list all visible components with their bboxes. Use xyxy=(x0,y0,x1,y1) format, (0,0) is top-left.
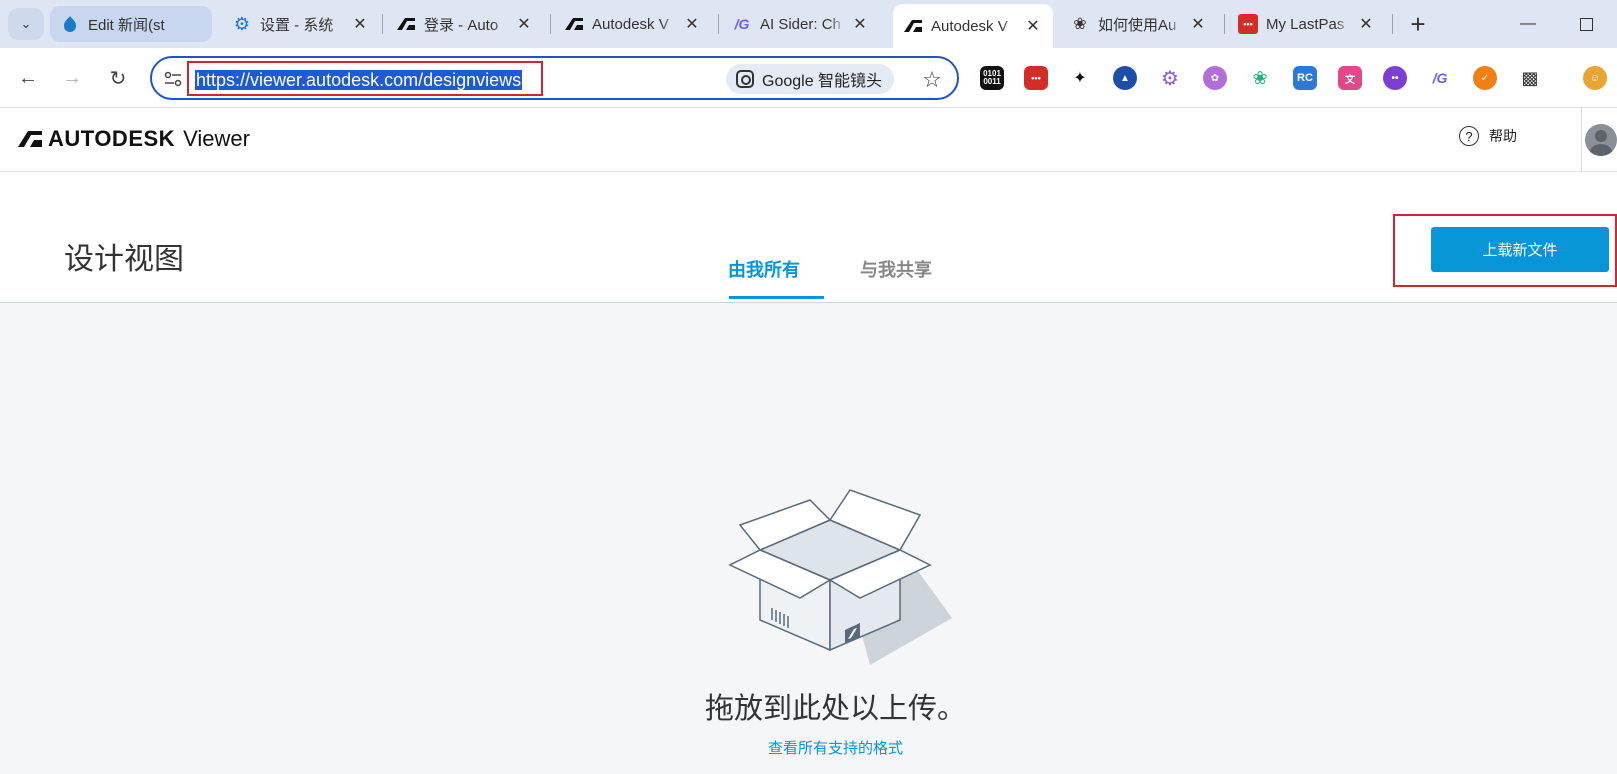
tab-search-button[interactable]: ⌄ xyxy=(8,8,44,40)
lens-label: Google 智能镜头 xyxy=(762,73,883,90)
rc-icon[interactable]: RC xyxy=(1293,66,1317,90)
close-icon[interactable]: ✕ xyxy=(1356,14,1376,34)
site-info-icon[interactable] xyxy=(162,68,184,90)
arrow-left-icon: ← xyxy=(18,66,38,89)
tab-label: Autodesk V xyxy=(592,15,669,33)
tab-label: My LastPas xyxy=(1266,15,1345,33)
browser-tab-5[interactable]: /G AI Sider: Ch ✕ xyxy=(722,6,880,42)
browser-tab-strip: ⌄ Edit 新闻(st ⚙ 设置 - 系统 ✕ 登录 - Auto ✕ Aut… xyxy=(0,0,1617,48)
page-title-band: 设计视图 由我所有 与我共享 上载新文件 xyxy=(0,172,1617,303)
close-icon[interactable]: ✕ xyxy=(514,14,534,34)
sider-icon[interactable]: /G xyxy=(1428,66,1452,90)
arrow-right-icon: → xyxy=(62,66,82,89)
app-header: AUTODESK Viewer ? 帮助 xyxy=(0,108,1617,172)
chevron-down-icon: ⌄ xyxy=(20,16,32,31)
close-icon[interactable]: ✕ xyxy=(1188,14,1208,34)
page-title: 设计视图 xyxy=(64,243,184,276)
robot-icon[interactable]: •• xyxy=(1383,66,1407,90)
forward-button[interactable]: → xyxy=(56,62,88,94)
tab-separator xyxy=(718,14,719,34)
help-link[interactable]: ? 帮助 xyxy=(1459,126,1517,146)
help-icon: ? xyxy=(1459,126,1479,146)
back-button[interactable]: ← xyxy=(12,62,44,94)
tab-label: 设置 - 系统 xyxy=(260,16,334,34)
browser-tab-3[interactable]: 登录 - Auto ✕ xyxy=(386,6,544,42)
close-icon[interactable]: ✕ xyxy=(1023,16,1043,36)
autodesk-icon xyxy=(564,14,584,34)
active-tab-indicator xyxy=(729,296,824,299)
tab-label: Edit 新闻(st xyxy=(88,16,165,34)
close-icon[interactable]: ✕ xyxy=(682,14,702,34)
upload-new-file-button[interactable]: 上载新文件 xyxy=(1431,227,1609,272)
browser-tab-active[interactable]: Autodesk V ✕ xyxy=(893,4,1053,48)
orange-icon[interactable]: ✓ xyxy=(1473,66,1497,90)
supported-formats-link[interactable]: 查看所有支持的格式 xyxy=(0,737,1617,758)
reload-icon: ↻ xyxy=(109,67,127,90)
url-text[interactable]: https://viewer.autodesk.com/designviews xyxy=(195,70,523,90)
tab-separator xyxy=(1224,14,1225,34)
browser-tab-4[interactable]: Autodesk V ✕ xyxy=(554,6,712,42)
puzzle-icon[interactable]: ▩ xyxy=(1518,66,1542,90)
close-icon[interactable]: ✕ xyxy=(350,14,370,34)
tab-separator xyxy=(382,14,383,34)
drupal-icon xyxy=(60,14,80,34)
browser-tab-8[interactable]: ••• My LastPas ✕ xyxy=(1228,6,1386,42)
address-bar[interactable]: https://viewer.autodesk.com/designviews … xyxy=(150,56,959,100)
lastpass-icon[interactable]: ••• xyxy=(1024,66,1048,90)
autodesk-icon xyxy=(396,14,416,34)
browser-tab-7[interactable]: ❀ 如何使用Au ✕ xyxy=(1060,6,1218,42)
reload-button[interactable]: ↻ xyxy=(102,62,134,94)
browser-tab-1[interactable]: Edit 新闻(st xyxy=(50,6,212,42)
url-highlight-box: https://viewer.autodesk.com/designviews xyxy=(187,61,543,96)
browser-tab-2[interactable]: ⚙ 设置 - 系统 ✕ xyxy=(222,6,380,42)
google-lens-chip[interactable]: Google 智能镜头 xyxy=(726,64,895,94)
tab-label: 登录 - Auto xyxy=(424,16,499,34)
triangle-icon[interactable]: ▲ xyxy=(1113,66,1137,90)
autodesk-logo-icon xyxy=(18,131,42,147)
tab-label: Autodesk V xyxy=(931,17,1008,35)
leaf-icon[interactable]: ❀ xyxy=(1248,66,1272,90)
new-tab-button[interactable]: + xyxy=(1402,8,1434,40)
brain-icon[interactable]: ✿ xyxy=(1203,66,1227,90)
tab-label: AI Sider: Ch xyxy=(760,15,841,33)
sparkle-icon[interactable]: ✦ xyxy=(1068,66,1092,90)
logo-product: Viewer xyxy=(183,126,250,151)
header-divider xyxy=(1581,108,1582,172)
help-label: 帮助 xyxy=(1489,128,1517,144)
close-icon[interactable]: ✕ xyxy=(850,14,870,34)
avatar[interactable] xyxy=(1585,124,1617,156)
translate-icon[interactable]: 文 xyxy=(1338,66,1362,90)
logo-text: AUTODESK xyxy=(48,126,176,151)
binary-icon[interactable]: 0101 0011 xyxy=(980,66,1004,90)
lastpass-icon: ••• xyxy=(1238,14,1258,34)
tab-separator xyxy=(1392,14,1393,34)
gear-icon: ⚙ xyxy=(233,13,251,34)
tab-owned-by-me[interactable]: 由我所有 xyxy=(728,256,800,282)
bookmark-star-icon[interactable]: ☆ xyxy=(918,66,946,94)
maximize-button[interactable] xyxy=(1566,8,1606,40)
lens-icon xyxy=(736,70,754,88)
gear-purple-icon[interactable]: ⚙ xyxy=(1158,66,1182,90)
minimize-button[interactable]: — xyxy=(1508,8,1548,40)
tab-shared-with-me[interactable]: 与我共享 xyxy=(860,256,932,282)
maximize-icon xyxy=(1579,17,1593,31)
drop-instruction: 拖放到此处以上传。 xyxy=(704,693,966,725)
tab-label: 如何使用Au xyxy=(1098,16,1177,34)
openai-icon: ❀ xyxy=(1073,16,1087,33)
sider-icon: /G xyxy=(734,16,750,32)
autodesk-icon xyxy=(903,16,923,36)
open-box-illustration xyxy=(728,489,952,665)
tab-separator xyxy=(550,14,551,34)
autodesk-logo[interactable]: AUTODESK Viewer xyxy=(18,126,250,152)
browser-toolbar: ← → ↻ https://viewer.autodesk.com/design… xyxy=(0,48,1617,108)
profile-icon[interactable]: ☺ xyxy=(1583,66,1607,90)
